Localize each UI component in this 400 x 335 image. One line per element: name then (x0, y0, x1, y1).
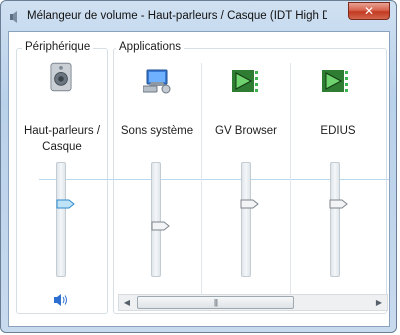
edius-app-icon (322, 70, 348, 92)
channel-device: Haut-parleurs / Casque (16, 57, 108, 311)
scroll-right-arrow-icon[interactable]: ▶ (371, 295, 387, 310)
channel-gv-browser: GV Browser (202, 57, 290, 311)
mute-speaker-icon[interactable] (53, 293, 69, 307)
system-sounds-icon (143, 69, 171, 94)
gv-browser-app-icon (232, 70, 258, 92)
volume-slider-track[interactable] (330, 162, 340, 277)
channel-label: Haut-parleurs / Casque (23, 125, 101, 153)
volume-icon (10, 11, 17, 23)
volume-slider-track[interactable] (241, 162, 251, 277)
volume-slider-track[interactable] (151, 162, 161, 277)
channel-edius: EDIUS (291, 57, 385, 311)
volume-slider-thumb[interactable] (151, 221, 170, 231)
scroll-thumb[interactable]: ||| (137, 296, 294, 309)
scroll-left-arrow-icon[interactable]: ◀ (119, 295, 135, 310)
channel-label: GV Browser (215, 125, 277, 137)
device-group-label: Périphérique (22, 41, 94, 53)
speaker-device-icon (50, 62, 72, 92)
applications-group-label: Applications (116, 41, 185, 53)
window-title: Mélangeur de volume - Haut-parleurs / Ca… (27, 10, 327, 22)
volume-slider-thumb[interactable] (56, 199, 75, 209)
title-bar[interactable]: Mélangeur de volume - Haut-parleurs / Ca… (1, 1, 396, 31)
channel-system-sounds: Sons système (113, 57, 201, 311)
channel-label: Sons système (120, 125, 194, 137)
mixer-client-area: Périphérique Applications Haut-parleurs … (8, 31, 390, 327)
volume-mixer-window: Mélangeur de volume - Haut-parleurs / Ca… (0, 0, 397, 333)
volume-slider-thumb[interactable] (329, 199, 348, 209)
close-button[interactable]: ✕ (348, 2, 390, 20)
channel-label: EDIUS (320, 125, 356, 137)
volume-slider-thumb[interactable] (240, 199, 259, 209)
volume-slider-track[interactable] (56, 162, 66, 277)
horizontal-scrollbar[interactable]: ◀ ||| ▶ (118, 294, 388, 311)
